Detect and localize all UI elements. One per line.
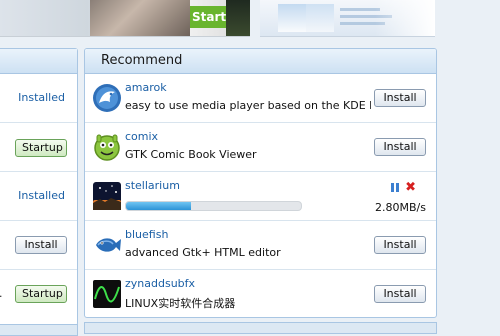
comix-face-icon — [94, 134, 120, 161]
install-button[interactable]: Install — [374, 138, 426, 156]
cancel-icon[interactable]: ✖ — [405, 180, 416, 195]
install-button[interactable]: Install — [374, 285, 426, 303]
banner-advert-left[interactable]: Start — [0, 0, 250, 37]
stellarium-sky-icon — [93, 182, 121, 210]
app-description: LINUX实时软件合成器 — [125, 297, 236, 310]
banner-start-button[interactable]: Start — [190, 6, 228, 28]
install-button[interactable]: Install — [374, 236, 426, 254]
next-panel-edge-right — [84, 322, 437, 334]
install-button[interactable]: Install — [374, 89, 426, 107]
bluefish-fish-icon — [96, 238, 121, 252]
next-panel-edge-left — [0, 324, 78, 336]
installed-status: Installed — [18, 91, 65, 104]
download-speed: 2.80MB/s — [375, 201, 426, 214]
list-item: . Startup — [0, 270, 77, 318]
list-item: Installed — [0, 74, 77, 123]
recommend-item-zynaddsubfx[interactable]: zynaddsubfx LINUX实时软件合成器 Install — [85, 270, 436, 317]
pause-icon[interactable] — [391, 183, 399, 192]
app-name[interactable]: zynaddsubfx — [125, 277, 195, 290]
banner-thumbnail — [226, 0, 250, 36]
startup-button[interactable]: Startup — [15, 285, 67, 303]
list-item: Startup — [0, 123, 77, 172]
recommend-panel: Recommend amarok easy to use media playe… — [84, 48, 437, 318]
left-panel-header — [0, 49, 77, 74]
banner-advert-right[interactable] — [260, 0, 435, 37]
banner-tile — [278, 4, 306, 32]
left-app-list-panel: Installed Startup Installed Install . St… — [0, 48, 78, 326]
recommend-item-stellarium[interactable]: stellarium ✖ 2.80MB/s — [85, 172, 436, 221]
app-description: GTK Comic Book Viewer — [125, 148, 257, 161]
list-item: Installed — [0, 172, 77, 221]
recommend-item-comix[interactable]: comix GTK Comic Book Viewer Install — [85, 123, 436, 172]
app-name[interactable]: comix — [125, 130, 158, 143]
app-name[interactable]: stellarium — [125, 179, 180, 192]
progress-fill — [126, 202, 191, 210]
app-name[interactable]: amarok — [125, 81, 167, 94]
download-progress-bar — [125, 201, 302, 211]
zynaddsubfx-wave-icon — [93, 280, 121, 308]
truncated-text: . — [0, 287, 3, 300]
installed-status: Installed — [18, 189, 65, 202]
amarok-wolf-icon — [93, 84, 121, 112]
recommend-title: Recommend — [85, 49, 436, 74]
app-name[interactable]: bluefish — [125, 228, 168, 241]
recommend-item-amarok[interactable]: amarok easy to use media player based on… — [85, 74, 436, 123]
banner-fade — [375, 0, 435, 36]
banner-tile — [306, 4, 334, 32]
list-item: Install — [0, 221, 77, 270]
banner-photo — [90, 0, 190, 36]
app-description: easy to use media player based on the KD… — [125, 99, 371, 112]
recommend-item-bluefish[interactable]: bluefish advanced Gtk+ HTML editor Insta… — [85, 221, 436, 270]
app-description: advanced Gtk+ HTML editor — [125, 246, 281, 259]
startup-button[interactable]: Startup — [15, 139, 67, 157]
install-button[interactable]: Install — [15, 236, 67, 254]
